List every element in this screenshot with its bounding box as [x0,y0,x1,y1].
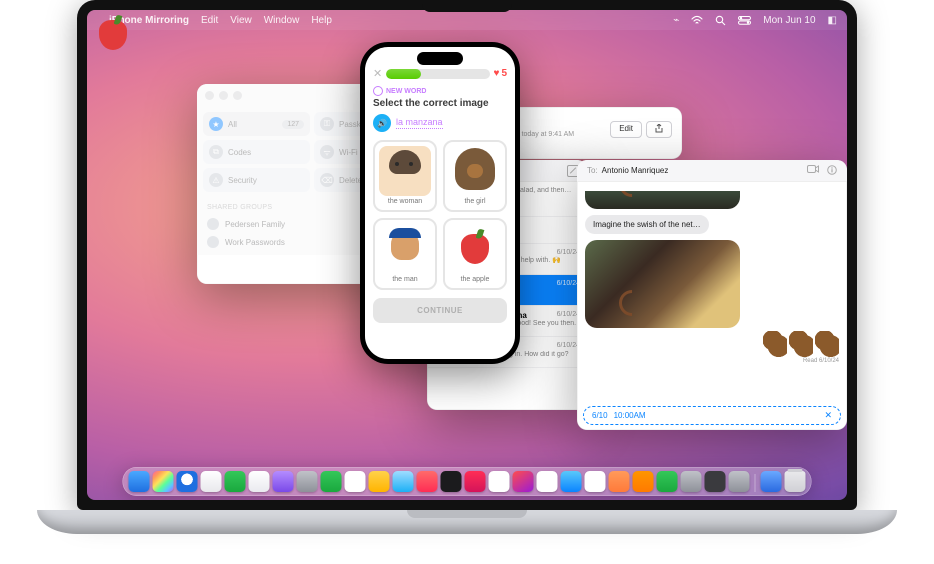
dock-trash[interactable] [785,471,806,492]
menubar-item[interactable]: Help [311,15,332,26]
spotlight-icon[interactable] [715,15,726,26]
card-illustration [449,224,501,274]
hearts-counter[interactable]: ♥5 [494,68,508,79]
macbook-base [37,510,897,534]
edit-button[interactable]: Edit [610,121,642,138]
dock-app[interactable] [345,471,366,492]
attachment-image[interactable] [585,240,740,328]
dock-app[interactable] [153,471,174,492]
dynamic-island [417,52,463,65]
card-illustration [379,224,431,274]
dock-app[interactable] [561,471,582,492]
progress-bar [386,69,489,79]
menubar: iPhone Mirroring Edit View Window Help ⌁ [87,10,847,30]
info-icon[interactable] [827,165,837,177]
dock-separator [755,474,756,492]
dock-app[interactable] [273,471,294,492]
close-lesson-icon[interactable]: ✕ [373,67,382,80]
attachment-image[interactable] [585,191,740,209]
dock-app[interactable] [681,471,702,492]
dock-app[interactable] [489,471,510,492]
dock-app[interactable] [633,471,654,492]
dock-app[interactable] [297,471,318,492]
dock[interactable] [123,467,812,496]
sticker-reaction[interactable] [763,331,839,357]
dock-app[interactable] [249,471,270,492]
clap-sticker-icon [789,331,813,357]
share-button[interactable] [646,121,672,138]
dock-app[interactable] [393,471,414,492]
dock-downloads[interactable] [761,471,782,492]
category-icon: ⚠ [209,173,223,187]
menubar-item[interactable]: Edit [201,15,218,26]
wifi-icon[interactable] [691,15,703,25]
dock-app[interactable] [537,471,558,492]
dock-app[interactable] [417,471,438,492]
dock-app[interactable] [369,471,390,492]
control-center-icon[interactable] [738,16,751,25]
category-icon: ★ [209,117,223,131]
dock-app[interactable] [441,471,462,492]
incoming-message[interactable]: Imagine the swish of the net… [585,215,709,234]
category-icon: ⧉ [209,145,223,159]
category-icon: ⌫ [320,173,334,187]
dock-app[interactable] [129,471,150,492]
dock-app[interactable] [465,471,486,492]
dock-app[interactable] [321,471,342,492]
to-name[interactable]: Antonio Manriquez [602,166,669,175]
screen-bezel: iPhone Mirroring Edit View Window Help ⌁ [77,0,857,510]
answer-card-the-girl[interactable]: the girl [443,140,507,212]
dock-app[interactable] [729,471,750,492]
menubar-item[interactable]: Window [264,15,300,26]
category-icon: ⚿ [320,117,334,131]
speaker-icon[interactable]: 🔊 [373,114,391,132]
clap-sticker-icon [815,331,839,357]
video-call-icon[interactable] [807,165,819,177]
menubar-user-icon[interactable]: ◧ [828,15,837,26]
read-receipt: Read 6/10/24 [585,358,839,364]
card-illustration [449,146,501,196]
messages-conversation-window[interactable]: To: Antonio Manriquez Imagine the swish … [577,160,847,430]
scheduled-date: 6/10 [592,411,608,420]
dock-app[interactable] [657,471,678,492]
lesson-prompt: Select the correct image [373,98,507,109]
menubar-clock[interactable]: Mon Jun 10 [763,15,815,26]
continue-button[interactable]: CONTINUE [373,298,507,323]
dock-app[interactable] [585,471,606,492]
dock-app[interactable] [705,471,726,492]
passwords-category-codes[interactable]: ⧉Codes [203,140,310,164]
target-word[interactable]: la manzana [396,117,443,129]
desktop-wallpaper: iPhone Mirroring Edit View Window Help ⌁ [87,10,847,500]
clap-sticker-icon [763,331,787,357]
cancel-schedule-icon[interactable]: ✕ [824,410,832,421]
traffic-lights[interactable] [205,91,242,100]
camera-notch [422,0,512,12]
answer-card-the-man[interactable]: the man [373,218,437,290]
airdrop-icon[interactable]: ⌁ [673,15,679,26]
macbook-frame: iPhone Mirroring Edit View Window Help ⌁ [37,0,897,564]
passwords-category-all[interactable]: ★All127 [203,112,310,136]
category-icon: ᯤ [320,145,334,159]
answer-card-the-apple[interactable]: the apple [443,218,507,290]
card-illustration [379,146,431,196]
scheduled-time: 10:00AM [614,411,646,420]
dock-app[interactable] [225,471,246,492]
dock-app[interactable] [513,471,534,492]
new-word-tag: NEW WORD [373,86,507,96]
menubar-item[interactable]: View [230,15,252,26]
dock-app[interactable] [177,471,198,492]
scheduled-send-pill[interactable]: 6/10 10:00AM ✕ [583,406,841,425]
passwords-category-security[interactable]: ⚠Security [203,168,310,192]
dock-app[interactable] [201,471,222,492]
to-label: To: [587,166,598,175]
answer-card-the-woman[interactable]: the woman [373,140,437,212]
iphone-mirror-window[interactable]: ✕ ♥5 NEW WORD Select the correct image 🔊… [360,42,520,364]
dock-app[interactable] [609,471,630,492]
